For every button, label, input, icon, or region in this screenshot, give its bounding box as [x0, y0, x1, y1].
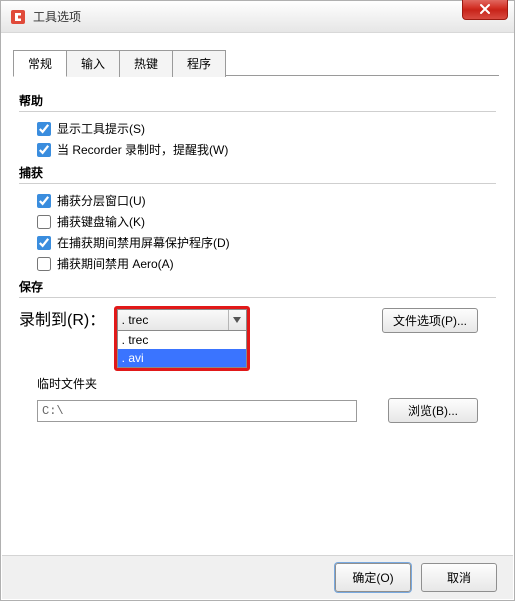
button-label: 浏览(B)... — [408, 404, 458, 418]
checkbox-row-keyboard[interactable]: 捕获键盘输入(K) — [37, 213, 496, 230]
record-format-highlight: . trec . trec . avi — [114, 306, 250, 371]
button-label: 确定(O) — [352, 571, 393, 585]
section-title-help: 帮助 — [19, 92, 496, 109]
tab-input[interactable]: 输入 — [67, 50, 120, 77]
checkbox-tooltips[interactable] — [37, 122, 51, 136]
file-options-button[interactable]: 文件选项(P)... — [382, 308, 478, 333]
checkbox-row-screensaver[interactable]: 在捕获期间禁用屏幕保护程序(D) — [37, 234, 496, 251]
record-format-dropdown[interactable]: . trec — [117, 309, 247, 331]
section-title-capture: 捕获 — [19, 164, 496, 181]
checkbox-row-layered[interactable]: 捕获分层窗口(U) — [37, 192, 496, 209]
chevron-down-icon — [228, 310, 246, 330]
tab-label: 热键 — [134, 57, 158, 71]
divider — [19, 111, 496, 112]
cancel-button[interactable]: 取消 — [421, 563, 497, 592]
dropdown-value: . trec — [122, 313, 149, 327]
format-option-trec[interactable]: . trec — [118, 331, 246, 349]
ok-button[interactable]: 确定(O) — [335, 563, 411, 592]
button-label: 文件选项(P)... — [393, 314, 467, 328]
close-button[interactable] — [462, 0, 508, 20]
checkbox-row-aero[interactable]: 捕获期间禁用 Aero(A) — [37, 255, 496, 272]
record-format-options: . trec . avi — [117, 331, 247, 368]
checkbox-label: 捕获期间禁用 Aero(A) — [57, 255, 174, 272]
record-to-label: 录制到(R)： — [19, 312, 105, 329]
browse-button[interactable]: 浏览(B)... — [388, 398, 478, 423]
checkbox-screensaver[interactable] — [37, 236, 51, 250]
checkbox-row-remind[interactable]: 当 Recorder 录制时，提醒我(W) — [37, 141, 496, 158]
section-title-save: 保存 — [19, 278, 496, 295]
format-option-avi[interactable]: . avi — [118, 349, 246, 367]
dialog-button-bar: 确定(O) 取消 — [2, 555, 513, 599]
temp-folder-label: 临时文件夹 — [37, 375, 97, 392]
temp-folder-path[interactable] — [37, 400, 357, 422]
checkbox-label: 在捕获期间禁用屏幕保护程序(D) — [57, 234, 230, 251]
option-label: . trec — [122, 333, 149, 347]
checkbox-keyboard[interactable] — [37, 215, 51, 229]
tab-label: 程序 — [187, 57, 211, 71]
checkbox-aero[interactable] — [37, 257, 51, 271]
button-label: 取消 — [447, 571, 471, 585]
option-label: . avi — [122, 351, 144, 365]
tab-general[interactable]: 常规 — [13, 50, 67, 77]
title-text: 工具选项 — [33, 8, 81, 25]
checkbox-label: 捕获分层窗口(U) — [57, 192, 146, 209]
tab-bar: 常规 输入 热键 程序 — [13, 49, 502, 76]
checkbox-row-tooltips[interactable]: 显示工具提示(S) — [37, 120, 496, 137]
checkbox-label: 显示工具提示(S) — [57, 120, 145, 137]
tab-hotkey[interactable]: 热键 — [120, 50, 173, 77]
app-icon — [9, 8, 27, 26]
tab-label: 输入 — [81, 57, 105, 71]
tab-label: 常规 — [28, 57, 52, 71]
close-icon — [479, 3, 491, 15]
checkbox-remind[interactable] — [37, 143, 51, 157]
title-bar: 工具选项 — [1, 1, 514, 33]
divider — [19, 183, 496, 184]
checkbox-layered[interactable] — [37, 194, 51, 208]
checkbox-label: 捕获键盘输入(K) — [57, 213, 145, 230]
divider — [19, 297, 496, 298]
tab-program[interactable]: 程序 — [173, 50, 226, 77]
checkbox-label: 当 Recorder 录制时，提醒我(W) — [57, 141, 228, 158]
